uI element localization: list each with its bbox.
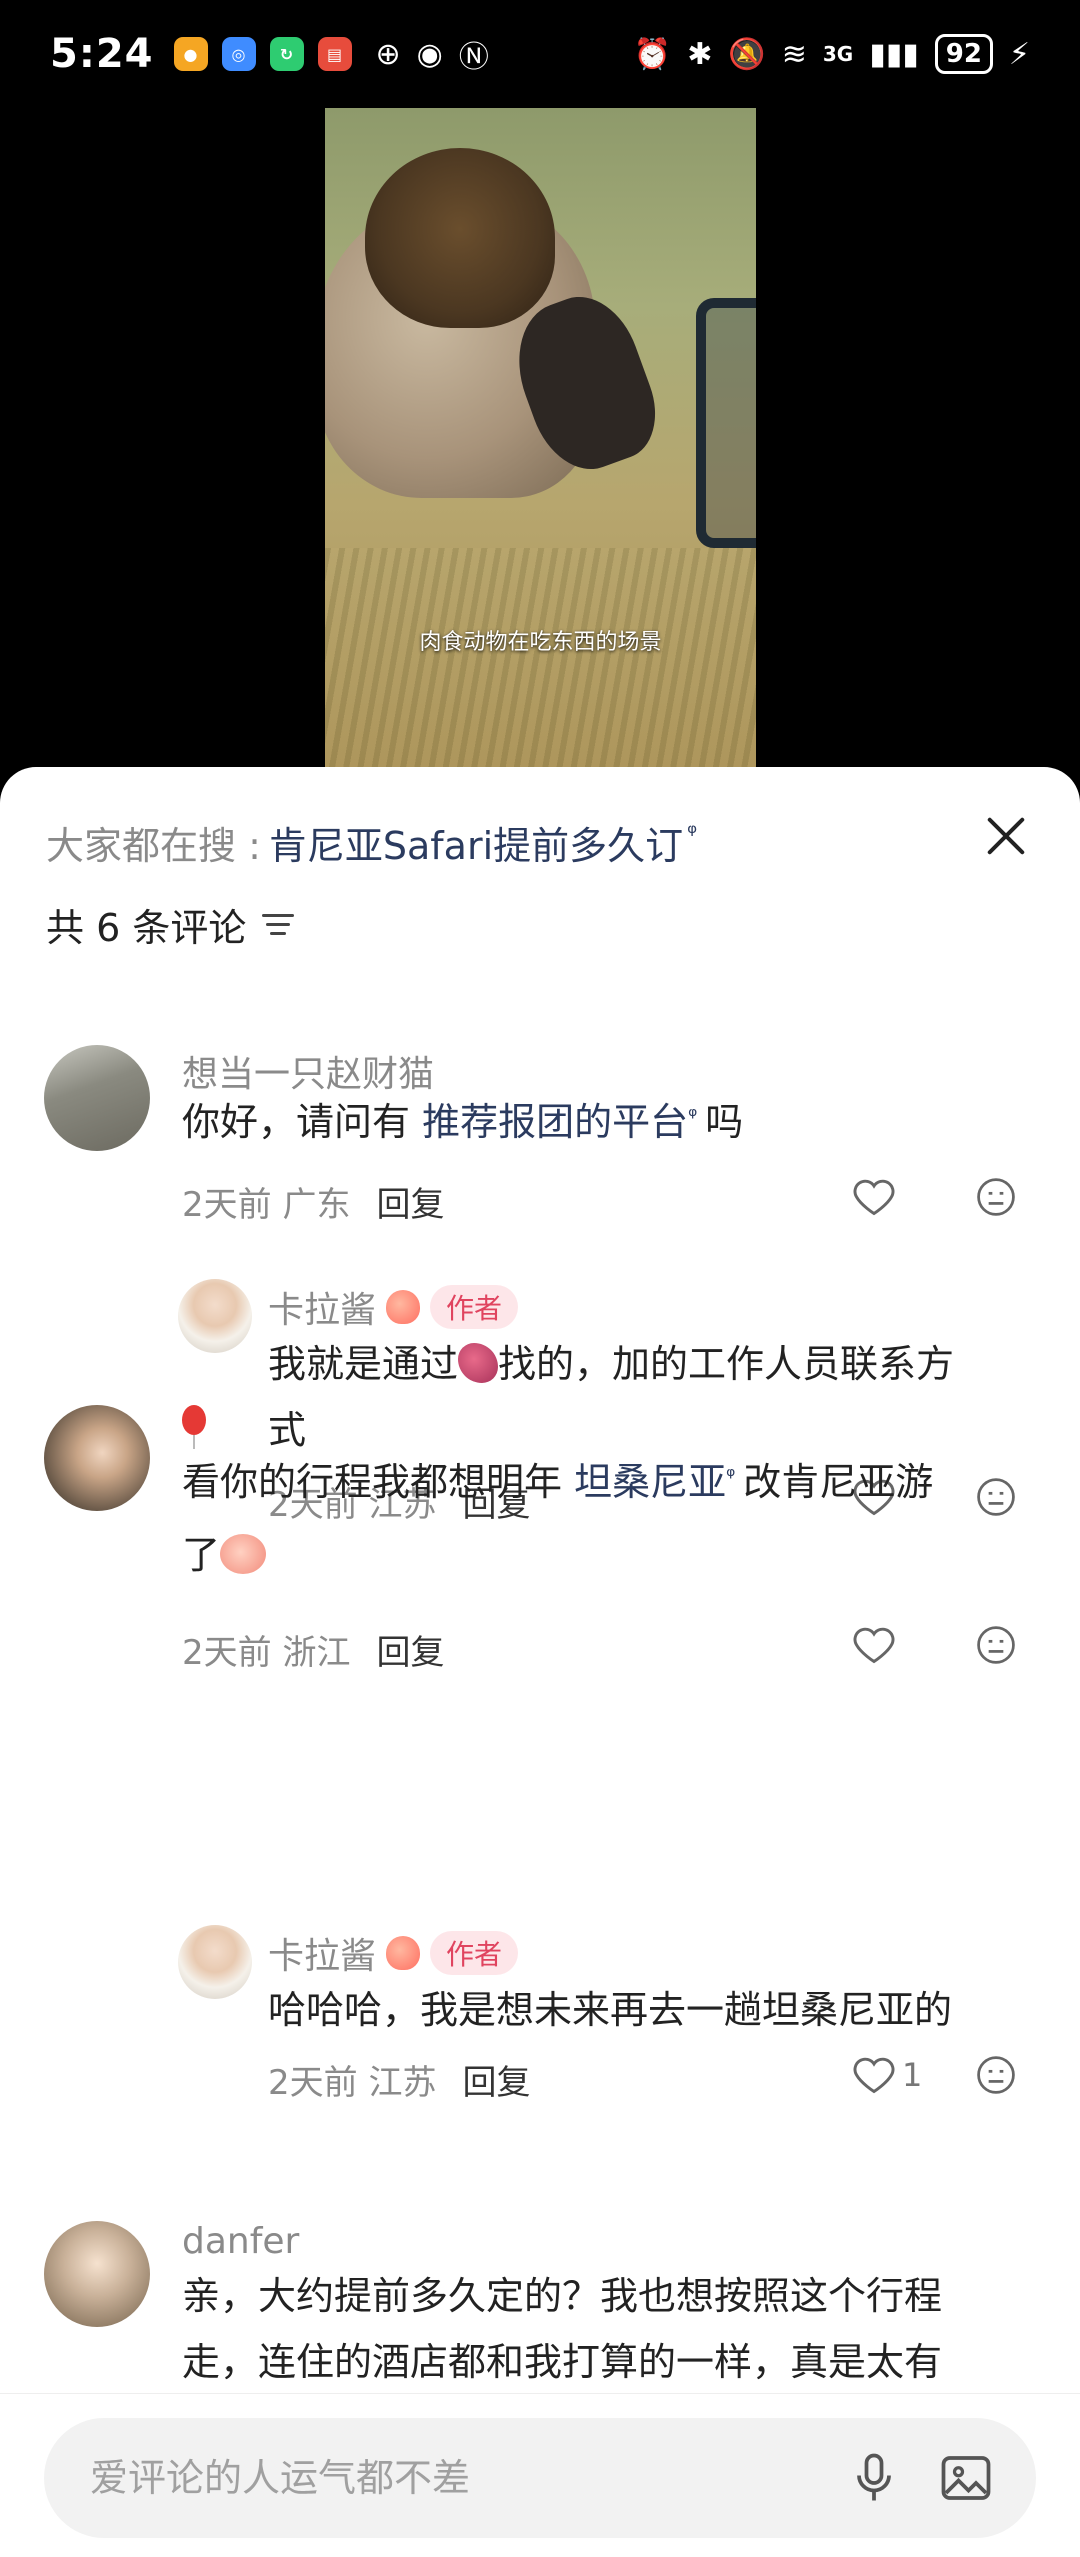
- search-icon: ᵠ: [726, 1464, 736, 1489]
- signal-icon: ▮▮▮: [869, 36, 919, 72]
- bluetooth-icon: ✱: [687, 36, 713, 72]
- search-icon: ᵠ: [687, 818, 698, 847]
- browser-app-icon: ◎: [221, 37, 256, 71]
- news-app-icon: ▤: [317, 37, 352, 71]
- comment-meta: 2天前 江苏 回复: [268, 2055, 530, 2104]
- image-picker-icon[interactable]: [936, 2448, 996, 2508]
- video-vehicle-shape: [696, 298, 756, 548]
- notification-icons: ● ◎ ↻ ▤: [173, 37, 352, 71]
- avatar[interactable]: [44, 1045, 150, 1151]
- network-type-label: 3G: [822, 42, 854, 66]
- comment-input[interactable]: [90, 2418, 810, 2538]
- avatar[interactable]: [178, 1925, 252, 1999]
- status-bar: 5:24 ● ◎ ↻ ▤ ⊕ ◉ Ⓝ ⏰ ✱ 🔕 ≋ 3G ▮▮▮ 92 ⚡: [0, 0, 1080, 108]
- video-mane-shape: [365, 148, 555, 328]
- refresh-app-icon: ↻: [269, 37, 304, 71]
- like-button[interactable]: 1: [852, 2053, 922, 2097]
- system-indicators: ⊕ ◉ Ⓝ: [376, 32, 489, 76]
- comment-meta: 2天前 广东 回复: [182, 1177, 444, 1226]
- comment-input-bar: [0, 2393, 1080, 2557]
- charging-icon: ⚡: [1008, 36, 1030, 72]
- comment-meta: 2天前 浙江 回复: [182, 1625, 444, 1674]
- status-time: 5:24: [50, 31, 154, 77]
- heart-icon: [853, 1627, 895, 1664]
- alarm-icon: ⏰: [633, 36, 672, 72]
- reply-button[interactable]: 回复: [462, 2055, 530, 2104]
- author-badge: 作者: [430, 1285, 519, 1329]
- comment-sheet: 大家都在搜 : 肯尼亚Safari提前多久订 ᵠ 共 6 条评论 想当一只赵财猫…: [0, 767, 1080, 2557]
- like-button[interactable]: [852, 1175, 902, 1219]
- weibo-app-icon: ●: [173, 37, 208, 71]
- comment-search-link[interactable]: 推荐报团的平台: [422, 1100, 688, 1144]
- comment-count-row: 共 6 条评论: [46, 897, 295, 952]
- comment-time-location: 2天前 浙江: [182, 1633, 351, 1673]
- comment-username[interactable]: 卡拉酱 作者: [268, 1281, 519, 1333]
- video-caption: 肉食动物在吃东西的场景: [419, 630, 662, 655]
- like-count: 1: [902, 2056, 923, 2094]
- comment-text: 亲，大约提前多久定的？我也想按照这个行程 走，连住的酒店都和我打算的一样，真是太…: [182, 2274, 943, 2384]
- sort-icon[interactable]: [262, 912, 295, 938]
- battery-indicator: 92: [934, 34, 993, 74]
- dislike-button[interactable]: [974, 1623, 1018, 1667]
- dislike-button[interactable]: [974, 2053, 1018, 2097]
- comment-time-location: 2天前 江苏: [268, 2063, 437, 2103]
- comment-username[interactable]: danfer: [182, 2221, 299, 2262]
- vpn-icon: ⊕: [375, 36, 401, 72]
- dislike-button[interactable]: [974, 1175, 1018, 1219]
- comment-username[interactable]: 卡拉酱 作者: [268, 1927, 519, 1979]
- search-prefix: 大家都在搜 :: [46, 824, 261, 868]
- comment-username[interactable]: [182, 1405, 216, 1449]
- nfc-icon: Ⓝ: [458, 40, 489, 75]
- avatar[interactable]: [178, 1279, 252, 1353]
- video-player[interactable]: 肉食动物在吃东西的场景: [325, 108, 756, 768]
- peach-emoji-icon: [386, 1290, 421, 1324]
- reply-button[interactable]: 回复: [376, 1177, 444, 1226]
- wifi-icon: ≋: [781, 36, 807, 72]
- heart-icon: [853, 2057, 895, 2094]
- comment-search-link[interactable]: 坦桑尼亚: [574, 1460, 726, 1504]
- mute-icon: 🔕: [728, 36, 766, 72]
- comment-text: 哈哈哈，我是想未来再去一趟坦桑尼亚的: [268, 1988, 953, 2032]
- comment-input-container[interactable]: [44, 2418, 1036, 2538]
- author-badge: 作者: [430, 1931, 519, 1975]
- pig-emoji-icon: [220, 1534, 267, 1574]
- peach-emoji-icon: [386, 1936, 421, 1970]
- balloon-emoji-icon: [182, 1405, 206, 1449]
- sweet-potato-emoji-icon: [458, 1343, 499, 1383]
- close-button[interactable]: [980, 811, 1030, 861]
- like-button[interactable]: [852, 1623, 902, 1667]
- reply-button[interactable]: 回复: [376, 1625, 444, 1674]
- heart-icon: [853, 1179, 895, 1216]
- comment-time-location: 2天前 广东: [182, 1185, 351, 1225]
- search-suggestion-link[interactable]: 肯尼亚Safari提前多久订: [269, 815, 683, 870]
- meh-face-icon: [977, 1178, 1015, 1216]
- search-icon: ᵠ: [688, 1104, 698, 1129]
- video-grass: [325, 548, 756, 768]
- meh-face-icon: [977, 2056, 1015, 2094]
- comment-text: 你好，请问有 推荐报团的平台ᵠ 吗: [182, 1100, 744, 1144]
- microphone-icon[interactable]: [844, 2448, 904, 2508]
- search-suggestion[interactable]: 大家都在搜 : 肯尼亚Safari提前多久订 ᵠ: [46, 815, 697, 870]
- avatar[interactable]: [44, 2221, 150, 2327]
- comment-text: 看你的行程我都想明年 坦桑尼亚ᵠ 改肯尼亚游 了: [182, 1460, 934, 1577]
- comment-count: 共 6 条评论: [46, 906, 247, 950]
- eye-icon: ◉: [416, 36, 443, 72]
- avatar[interactable]: [44, 1405, 150, 1511]
- comment-text: 我就是通过 找的，加的工作人员联系方 式: [268, 1342, 955, 1452]
- meh-face-icon: [977, 1626, 1015, 1664]
- status-right: ⏰ ✱ 🔕 ≋ 3G ▮▮▮ 92 ⚡: [634, 34, 1030, 74]
